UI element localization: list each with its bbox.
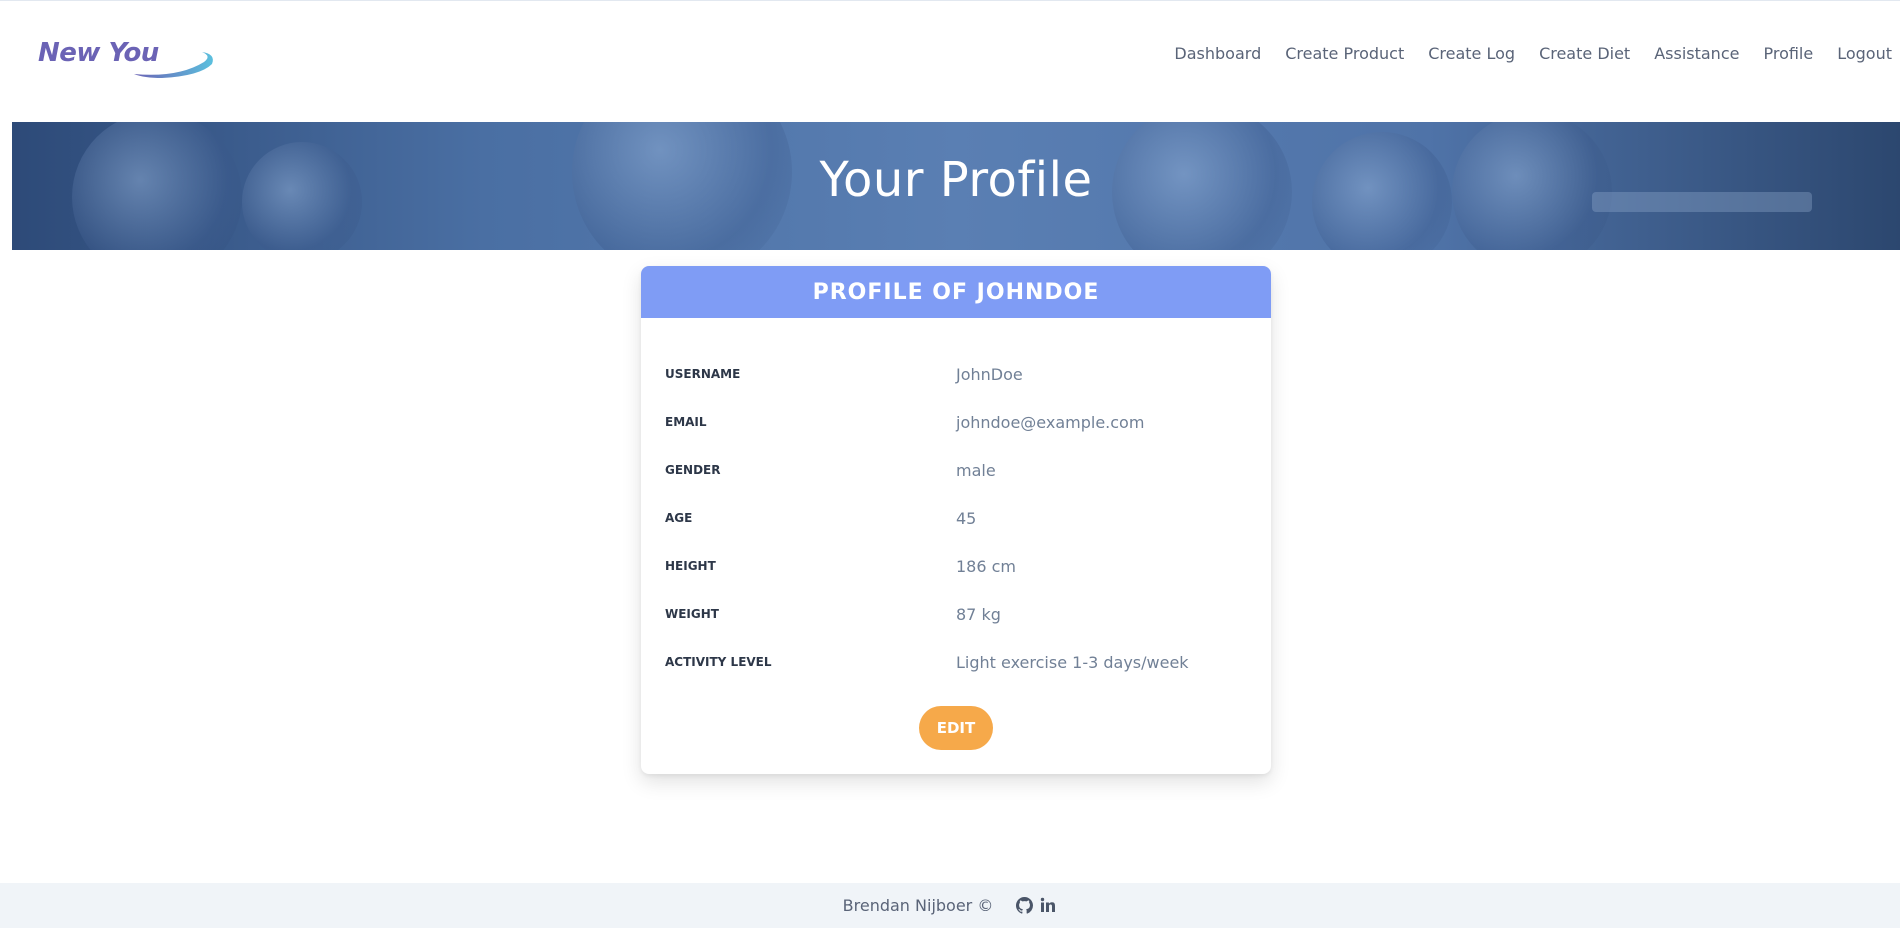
- profile-fields: USERNAME JohnDoe EMAIL johndoe@example.c…: [641, 318, 1271, 686]
- logo-swoosh-icon: [134, 52, 213, 78]
- field-label: HEIGHT: [665, 559, 716, 573]
- footer: Brendan Nijboer ©: [0, 883, 1900, 928]
- field-label: GENDER: [665, 463, 721, 477]
- profile-card-header: PROFILE OF JOHNDOE: [641, 266, 1271, 318]
- field-value: male: [956, 460, 996, 480]
- profile-card: PROFILE OF JOHNDOE USERNAME JohnDoe EMAI…: [641, 266, 1271, 774]
- nav-create-product[interactable]: Create Product: [1285, 44, 1404, 63]
- field-label: USERNAME: [665, 367, 741, 381]
- field-value: Light exercise 1-3 days/week: [956, 652, 1189, 672]
- profile-row-height: HEIGHT 186 cm: [641, 542, 1271, 590]
- page-title: Your Profile: [819, 152, 1093, 208]
- profile-row-username: USERNAME JohnDoe: [641, 350, 1271, 398]
- field-label: EMAIL: [665, 415, 707, 429]
- hero-banner: Your Profile: [12, 122, 1900, 250]
- field-value: 87 kg: [956, 604, 1001, 624]
- nav-assistance[interactable]: Assistance: [1654, 44, 1739, 63]
- nav-profile[interactable]: Profile: [1763, 44, 1813, 63]
- field-value: JohnDoe: [956, 364, 1023, 384]
- field-value: 186 cm: [956, 556, 1017, 576]
- profile-row-gender: GENDER male: [641, 446, 1271, 494]
- profile-row-weight: WEIGHT 87 kg: [641, 590, 1271, 638]
- field-label: AGE: [665, 511, 693, 525]
- profile-row-age: AGE 45: [641, 494, 1271, 542]
- main-nav: Dashboard Create Product Create Log Crea…: [1150, 44, 1892, 63]
- top-navbar: New You Dashboard Create Product Create …: [0, 2, 1900, 122]
- footer-credit: Brendan Nijboer ©: [842, 895, 994, 915]
- nav-create-log[interactable]: Create Log: [1428, 44, 1515, 63]
- field-value: 45: [956, 508, 977, 528]
- linkedin-icon[interactable]: [1039, 896, 1057, 914]
- github-icon[interactable]: [1015, 896, 1033, 914]
- field-label: ACTIVITY LEVEL: [665, 655, 772, 669]
- field-label: WEIGHT: [665, 607, 719, 621]
- profile-row-activity-level: ACTIVITY LEVEL Light exercise 1-3 days/w…: [641, 638, 1271, 686]
- brand-logo[interactable]: New You: [36, 34, 226, 86]
- nav-create-diet[interactable]: Create Diet: [1539, 44, 1630, 63]
- field-value: johndoe@example.com: [956, 412, 1145, 432]
- edit-button[interactable]: EDIT: [919, 706, 993, 750]
- profile-row-email: EMAIL johndoe@example.com: [641, 398, 1271, 446]
- edit-wrap: EDIT: [641, 706, 1271, 750]
- nav-logout[interactable]: Logout: [1837, 44, 1892, 63]
- nav-dashboard[interactable]: Dashboard: [1174, 44, 1261, 63]
- profile-title: PROFILE OF JOHNDOE: [812, 279, 1100, 305]
